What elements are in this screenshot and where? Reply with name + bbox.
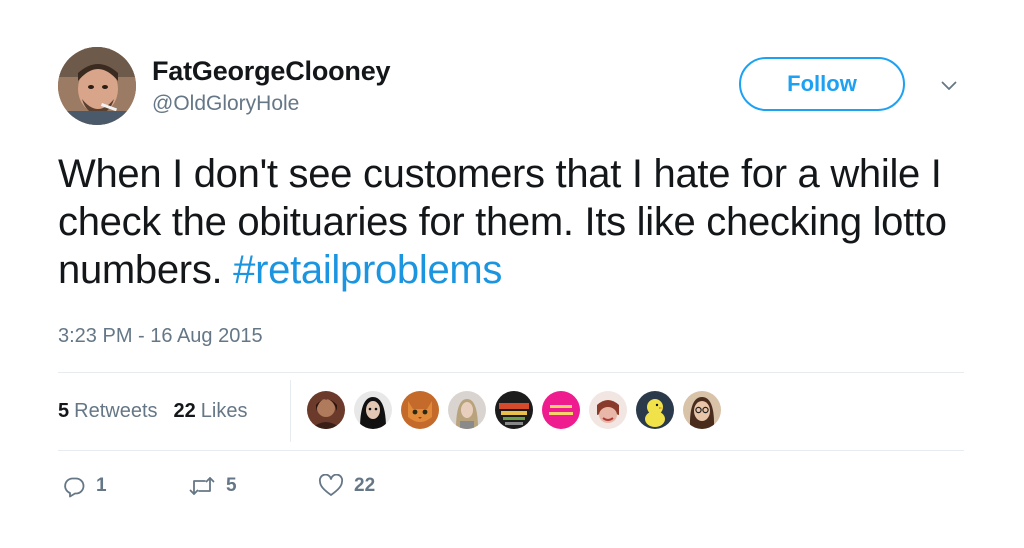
reply-button[interactable]: 1 xyxy=(62,474,188,498)
display-name[interactable]: FatGeorgeClooney xyxy=(152,56,391,86)
retweet-count: 5 xyxy=(226,475,237,496)
liker-avatars xyxy=(307,391,730,431)
likes-stat[interactable]: 22 Likes xyxy=(174,400,248,423)
liker-avatar-4[interactable] xyxy=(448,391,486,429)
chevron-down-icon[interactable] xyxy=(936,76,962,96)
hashtag-link[interactable]: #retailproblems xyxy=(233,248,502,292)
retweet-icon xyxy=(188,474,216,498)
liker-avatar-5[interactable] xyxy=(495,391,533,429)
tweet-stats: 5 Retweets 22 Likes xyxy=(58,372,263,450)
like-count: 22 xyxy=(354,475,376,496)
retweets-label: Retweets xyxy=(74,399,158,422)
follow-button[interactable]: Follow xyxy=(739,57,905,111)
liker-avatar-2[interactable] xyxy=(354,391,392,429)
like-button[interactable]: 22 xyxy=(318,474,375,498)
liker-avatar-6[interactable] xyxy=(542,391,580,429)
retweet-button[interactable]: 5 xyxy=(188,474,318,498)
tweet-body-text: When I don't see customers that I hate f… xyxy=(58,152,947,292)
tweet-text: When I don't see customers that I hate f… xyxy=(58,150,978,294)
user-avatar[interactable] xyxy=(58,47,136,125)
divider xyxy=(58,450,964,451)
stats-divider xyxy=(290,380,291,442)
user-handle[interactable]: @OldGloryHole xyxy=(152,92,299,116)
liker-avatar-7[interactable] xyxy=(589,391,627,429)
heart-icon xyxy=(318,474,344,498)
likes-label: Likes xyxy=(200,399,248,422)
liker-avatar-3[interactable] xyxy=(401,391,439,429)
tweet-timestamp[interactable]: 3:23 PM - 16 Aug 2015 xyxy=(58,324,263,348)
reply-count: 1 xyxy=(96,475,107,496)
tweet-actions: 1 5 22 xyxy=(62,470,375,502)
retweets-count: 5 xyxy=(58,399,70,422)
likes-count: 22 xyxy=(173,399,196,422)
liker-avatar-1[interactable] xyxy=(307,391,345,429)
liker-avatar-9[interactable] xyxy=(683,391,721,429)
liker-avatar-8[interactable] xyxy=(636,391,674,429)
retweets-stat[interactable]: 5 Retweets xyxy=(58,400,158,423)
reply-icon xyxy=(62,474,86,498)
